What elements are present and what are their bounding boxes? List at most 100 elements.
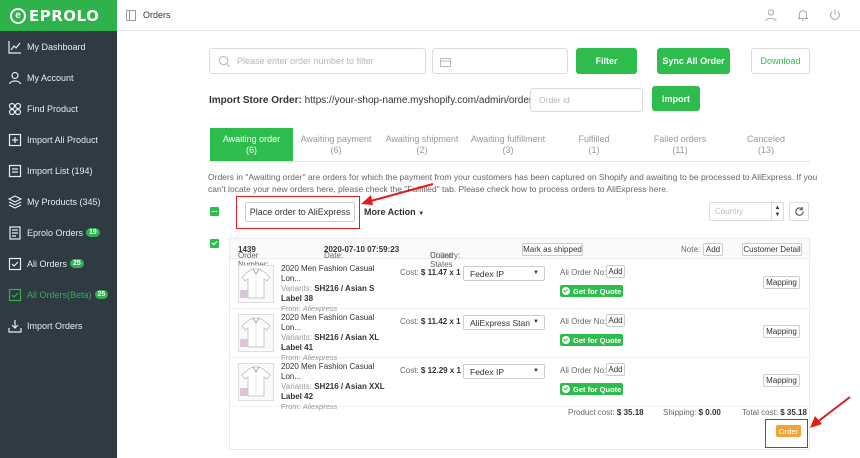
tab-label: Awaiting order (222, 133, 281, 144)
mapping-button[interactable]: Mapping (763, 374, 800, 387)
calendar-icon (440, 58, 451, 67)
sidebar-item-import-orders[interactable]: Import Orders (0, 310, 117, 341)
shipping-method-select[interactable]: AliExpress Stan ▼ (463, 315, 545, 330)
sidebar-item-label: Ali Orders (27, 258, 68, 269)
product-name[interactable]: 2020 Men Fashion Casual Lon... (281, 264, 389, 284)
filter-button[interactable]: Filter (576, 48, 637, 74)
tab-canceled[interactable]: Canceled (13) (723, 128, 809, 161)
tab-awaiting-order[interactable]: Awaiting order (6) (210, 128, 293, 161)
order-card: Order Number: 1439 Date: 2020-07-10 07:5… (229, 238, 810, 450)
tab-count: (13) (757, 144, 774, 155)
sidebar-item-label: My Account (27, 72, 74, 83)
sidebar-item-label: Find Product (27, 103, 79, 114)
sidebar-item-ali-orders[interactable]: Ali Orders 25 (0, 248, 117, 279)
order-id-input[interactable]: Order id (530, 88, 643, 112)
country-stepper-icon[interactable]: ▲ ▼ (771, 203, 783, 220)
import-icon (8, 133, 22, 147)
document-icon (8, 225, 22, 240)
checkbox-icon (8, 257, 22, 271)
product-info: 2020 Men Fashion Casual Lon... Variants: … (281, 313, 389, 363)
table-row: 2020 Men Fashion Casual Lon... Variants: … (230, 260, 809, 313)
sidebar-item-label: Import Orders (27, 320, 83, 331)
mark-as-shipped-button[interactable]: Mark as shipped (522, 243, 583, 256)
add-ali-order-button[interactable]: Add (606, 363, 625, 376)
product-name[interactable]: 2020 Men Fashion Casual Lon... (281, 313, 389, 333)
refresh-button[interactable] (789, 202, 809, 221)
get-for-quote-button[interactable]: Get for Quote (560, 383, 623, 395)
shipping-method-select[interactable]: Fedex IP ▼ (463, 364, 545, 379)
place-order-to-aliexpress-button[interactable]: Place order to AliExpress (245, 202, 355, 222)
get-for-quote-button[interactable]: Get for Quote (560, 285, 623, 297)
tab-count: (3) (502, 144, 514, 155)
tab-failed-orders[interactable]: Failed orders (11) (637, 128, 723, 161)
sidebar-item-label: My Dashboard (27, 41, 86, 52)
tab-awaiting-payment[interactable]: Awaiting payment (6) (293, 128, 379, 161)
add-ali-order-button[interactable]: Add (606, 314, 625, 327)
menu-toggle-icon[interactable] (126, 10, 136, 21)
product-thumbnail[interactable] (238, 314, 274, 352)
add-ali-order-button[interactable]: Add (606, 265, 625, 278)
sidebar-item-label: All Orders(Beta) (27, 289, 92, 300)
sync-all-order-button[interactable]: Sync All Order (657, 48, 730, 74)
sidebar-item-my-account[interactable]: My Account (0, 62, 117, 93)
notification-bell-icon[interactable] (796, 8, 810, 24)
tab-label: Failed orders (653, 133, 707, 144)
tab-count: (6) (246, 144, 257, 155)
tab-awaiting-shipment[interactable]: Awaiting shipment (2) (379, 128, 465, 161)
more-action-dropdown[interactable]: More Action ▼ (364, 207, 424, 217)
sidebar-item-find-product[interactable]: Find Product (0, 93, 117, 124)
product-info: 2020 Men Fashion Casual Lon... Variants: … (281, 264, 389, 314)
tab-count: (1) (588, 144, 600, 155)
order-number: Order Number: 1439 (238, 245, 269, 269)
tab-awaiting-fulfillment[interactable]: Awaiting fulfillment (3) (465, 128, 551, 161)
import-button[interactable]: Import (652, 86, 700, 111)
table-row: 2020 Men Fashion Casual Lon... Variants: … (230, 358, 809, 411)
sidebar-item-my-dashboard[interactable]: My Dashboard (0, 31, 117, 62)
order-search-input[interactable]: Please enter order number to filter (209, 48, 426, 74)
sidebar-item-label: Eprolo Orders (27, 227, 84, 238)
sidebar-item-import-list-194[interactable]: Import List (194) (0, 155, 117, 186)
sidebar-item-eprolo-orders[interactable]: Eprolo Orders 19 (0, 217, 117, 248)
user-icon (8, 71, 22, 85)
product-thumbnail[interactable] (238, 363, 274, 401)
select-all-checkbox[interactable] (210, 207, 219, 216)
shipping-cost: Shipping: $ 0.00 (663, 408, 721, 417)
sidebar-item-label: My Products (345) (27, 196, 101, 207)
customer-detail-button[interactable]: Customer Detail (742, 243, 802, 256)
order-checkbox[interactable] (210, 239, 219, 248)
sidebar-item-my-products-345[interactable]: My Products (345) (0, 186, 117, 217)
sidebar-item-import-ali-product[interactable]: Import Ali Product (0, 124, 117, 155)
sidebar-item-label: Import Ali Product (27, 134, 99, 145)
logo-text: EPROLO (29, 6, 100, 25)
tab-count: (11) (672, 144, 688, 155)
refresh-icon (794, 206, 804, 216)
mapping-button[interactable]: Mapping (763, 325, 800, 338)
order-search-placeholder: Please enter order number to filter (237, 56, 374, 66)
checkbox-icon (8, 288, 22, 302)
mapping-button[interactable]: Mapping (763, 276, 800, 289)
product-thumbnail[interactable] (238, 265, 274, 303)
profile-icon[interactable] (764, 8, 778, 24)
download-button[interactable]: Download (751, 48, 810, 74)
total-cost: Total cost: $ 35.18 (742, 408, 807, 417)
shipping-method-select[interactable]: Fedex IP ▼ (463, 266, 545, 281)
note-label: Note: (681, 245, 701, 254)
date-range-input[interactable] (432, 48, 568, 74)
count-badge: 25 (94, 290, 109, 299)
sidebar-item-all-orders-beta[interactable]: All Orders(Beta) 25 (0, 279, 117, 310)
logout-icon[interactable] (828, 8, 842, 24)
tab-fulfilled[interactable]: Fulfilled (1) (551, 128, 637, 161)
country-select[interactable]: Country ▲ ▼ (709, 202, 784, 221)
red-arrow-icon (810, 396, 851, 428)
add-note-button[interactable]: Add (703, 243, 723, 256)
order-button[interactable]: Order (776, 425, 801, 437)
product-info: 2020 Men Fashion Casual Lon... Variants: … (281, 362, 389, 412)
product-name[interactable]: 2020 Men Fashion Casual Lon... (281, 362, 389, 382)
count-badge: 25 (70, 259, 84, 268)
ali-order-no-label: Ali Order No: (560, 317, 607, 326)
get-for-quote-button[interactable]: Get for Quote (560, 334, 623, 346)
caret-down-icon: ▼ (533, 319, 539, 325)
logo[interactable]: e EPROLO (0, 0, 117, 31)
sidebar: e EPROLO My Dashboard My Account Find Prod… (0, 0, 117, 458)
red-arrow-icon (361, 183, 434, 205)
